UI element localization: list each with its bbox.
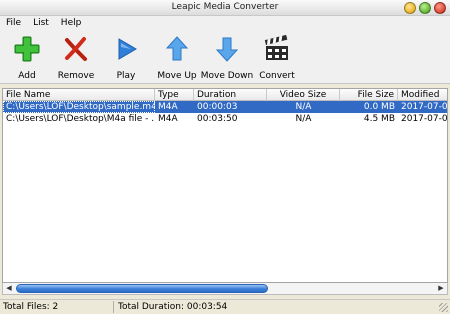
file-list-table[interactable]: File Name Type Duration Video Size File … — [2, 88, 448, 283]
window-title: Leapic Media Converter — [171, 2, 279, 12]
column-file-name[interactable]: File Name — [3, 89, 155, 101]
table-header: File Name Type Duration Video Size File … — [3, 89, 447, 101]
menu-help[interactable]: Help — [61, 18, 82, 28]
status-bar: Total Files: 2 Total Duration: 00:03:54 — [0, 299, 450, 314]
cell-video-size: N/A — [295, 114, 312, 124]
cell-type: M4A — [158, 114, 178, 124]
cell-modified: 2017-07-03 — [401, 102, 448, 112]
column-modified[interactable]: Modified — [398, 89, 447, 101]
resize-grip[interactable] — [439, 303, 448, 312]
horizontal-scrollbar[interactable]: ◀ ▶ — [2, 283, 448, 295]
scroll-thumb[interactable] — [16, 284, 268, 293]
scroll-left-button[interactable]: ◀ — [3, 283, 15, 294]
cell-duration: 00:03:50 — [197, 114, 238, 124]
play-icon — [118, 38, 137, 60]
column-file-size[interactable]: File Size — [340, 89, 398, 101]
add-icon — [14, 36, 40, 62]
total-duration-status: Total Duration: 00:03:54 — [118, 302, 228, 312]
cell-duration: 00:00:03 — [197, 102, 238, 112]
title-bar: Leapic Media Converter — [0, 0, 450, 16]
maximize-button[interactable] — [419, 2, 431, 14]
column-duration[interactable]: Duration — [194, 89, 267, 101]
total-files-status: Total Files: 2 — [3, 302, 59, 312]
convert-label: Convert — [259, 71, 295, 81]
menu-list[interactable]: List — [33, 18, 49, 28]
convert-button[interactable]: Convert — [251, 32, 303, 82]
cell-file-size: 4.5 MB — [363, 114, 395, 124]
table-row[interactable]: C:\Users\LOF\Desktop\sample.m4a M4A 00:0… — [3, 101, 448, 113]
clapperboard-icon — [264, 34, 288, 60]
toolbar: Add Remove Play Move Up Move Down Conver… — [0, 30, 450, 84]
cell-file-size: 0.0 MB — [363, 102, 395, 112]
close-button[interactable] — [434, 2, 446, 14]
cell-type: M4A — [158, 102, 178, 112]
cell-file-name: C:\Users\LOF\Desktop\sample.m4a — [3, 101, 155, 113]
column-video-size[interactable]: Video Size — [267, 89, 340, 101]
cell-video-size: N/A — [295, 102, 312, 112]
menu-bar: File List Help — [0, 16, 450, 30]
cell-modified: 2017-07-03 — [401, 114, 448, 124]
arrow-down-icon — [215, 37, 239, 62]
window-controls — [404, 2, 446, 14]
minimize-button[interactable] — [404, 2, 416, 14]
arrow-up-icon — [165, 36, 189, 61]
table-row[interactable]: C:\Users\LOF\Desktop\M4a file - ... M4A … — [3, 113, 448, 125]
status-divider — [113, 301, 114, 313]
menu-file[interactable]: File — [6, 18, 21, 28]
scroll-right-button[interactable]: ▶ — [435, 283, 447, 294]
column-type[interactable]: Type — [155, 89, 194, 101]
remove-icon — [65, 37, 87, 61]
cell-file-name: C:\Users\LOF\Desktop\M4a file - ... — [6, 114, 155, 124]
